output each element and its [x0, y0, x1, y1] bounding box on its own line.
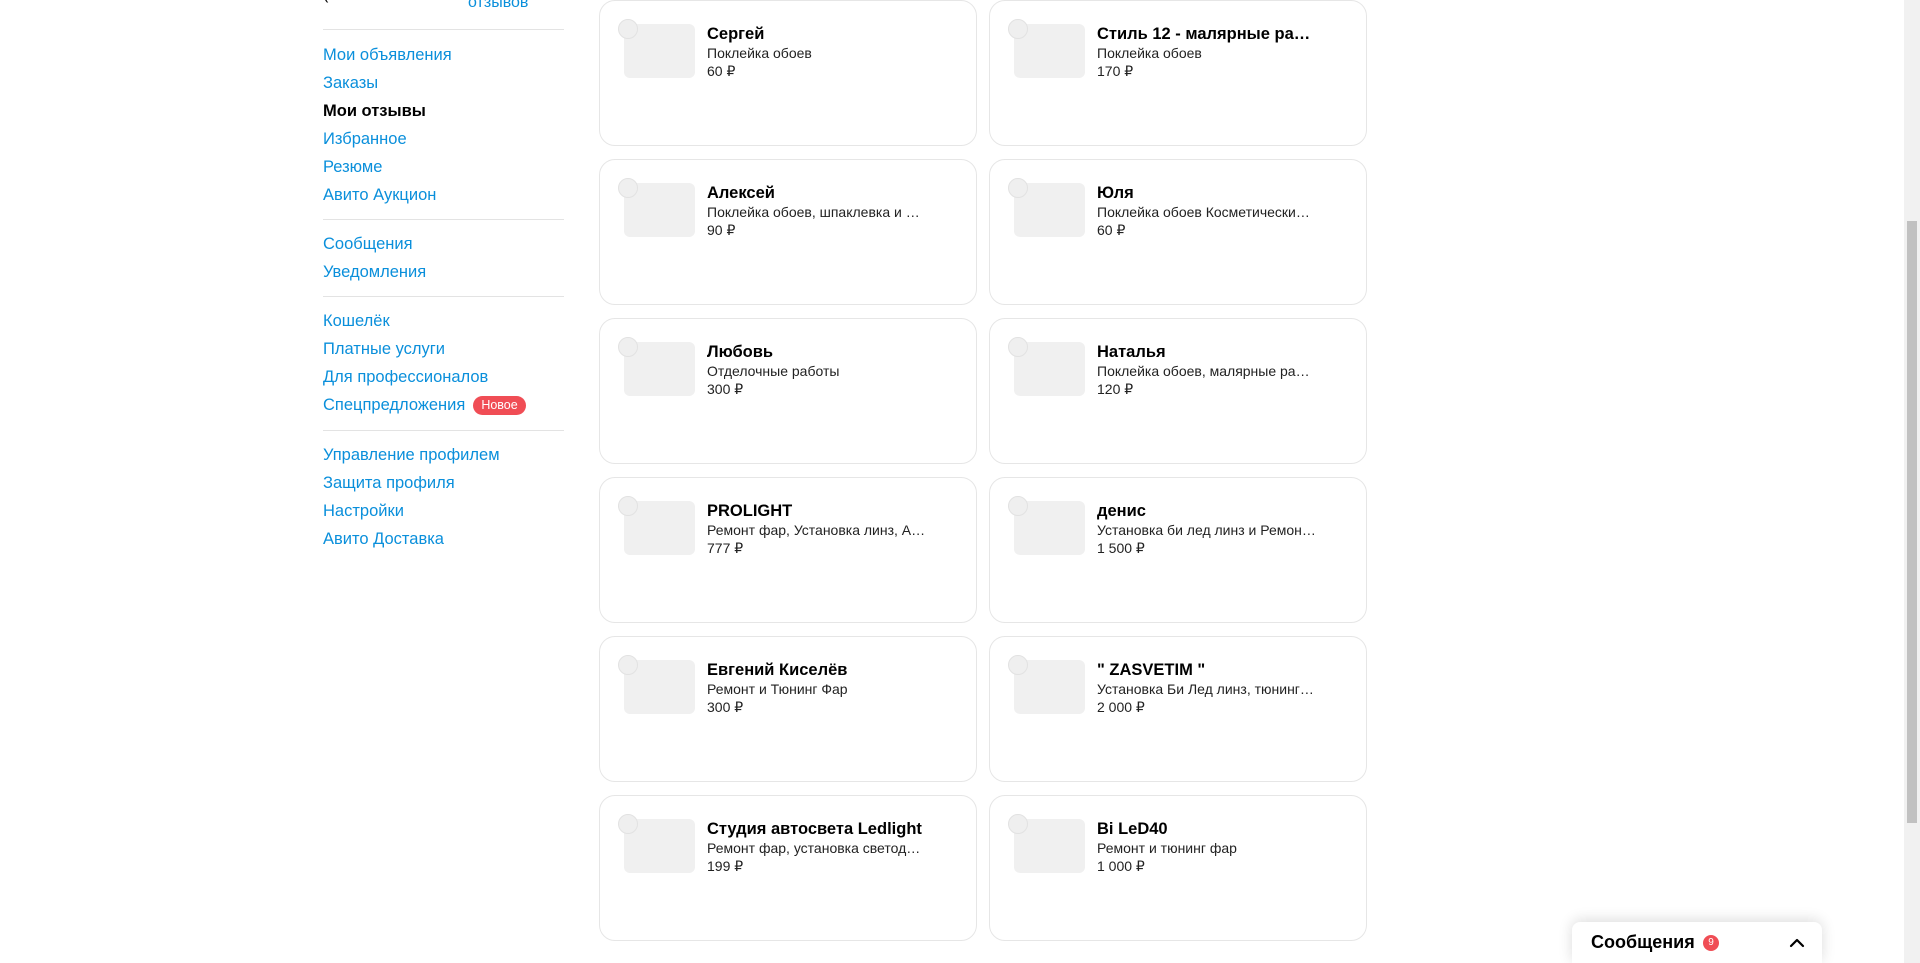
- card-price: 60 ₽: [707, 63, 736, 79]
- card-description: Ремонт и тюнинг фар: [1097, 840, 1237, 856]
- service-card[interactable]: Юля Поклейка обоев Косметический ремонт …: [989, 159, 1367, 305]
- card-price: 1 500 ₽: [1097, 540, 1145, 556]
- avatar: [618, 655, 638, 675]
- card-price: 199 ₽: [707, 858, 744, 874]
- card-name: Любовь: [707, 343, 774, 361]
- card-description: Поклейка обоев Косметический ремонт: [1097, 204, 1317, 220]
- service-card[interactable]: Стиль 12 - малярные работы Поклейка обое…: [989, 0, 1367, 146]
- service-card[interactable]: " ZASVETIM " Установка Би Лед линз, тюни…: [989, 636, 1367, 782]
- card-price: 777 ₽: [707, 540, 744, 556]
- messenger-widget[interactable]: Сообщения 9: [1572, 922, 1822, 963]
- service-card[interactable]: Любовь Отделочные работы 300 ₽: [599, 318, 977, 464]
- messenger-title: Сообщения: [1591, 932, 1695, 952]
- avatar: [1008, 655, 1028, 675]
- card-price: 90 ₽: [707, 222, 736, 238]
- sidebar-item-orders[interactable]: Заказы: [323, 69, 564, 97]
- card-description: Ремонт фар, установка светодиодов: [707, 840, 927, 856]
- service-card[interactable]: Студия автосвета Ledlight Ремонт фар, ус…: [599, 795, 977, 941]
- avatar: [618, 337, 638, 357]
- card-name: Bi LeD40: [1097, 820, 1168, 838]
- sidebar-top-cut-left: (: [323, 0, 328, 4]
- card-name: Стиль 12 - малярные работы: [1097, 25, 1317, 43]
- sidebar-item-favorites[interactable]: Избранное: [323, 125, 564, 153]
- avatar: [1008, 19, 1028, 39]
- card-name: Наталья: [1097, 343, 1166, 361]
- sidebar-item-profile-management[interactable]: Управление профилем: [323, 441, 564, 469]
- sidebar-item-my-reviews[interactable]: Мои отзывы: [323, 97, 564, 125]
- card-name: Студия автосвета Ledlight: [707, 820, 922, 838]
- sidebar-item-notifications[interactable]: Уведомления: [323, 258, 564, 286]
- avatar: [1008, 814, 1028, 834]
- service-card[interactable]: денис Установка би лед линз и Ремонт фар…: [989, 477, 1367, 623]
- sidebar-item-my-ads[interactable]: Мои объявления: [323, 41, 564, 69]
- avatar: [618, 496, 638, 516]
- avatar: [1008, 337, 1028, 357]
- unread-count-badge: 9: [1703, 935, 1719, 951]
- card-description: Поклейка обоев: [1097, 45, 1202, 61]
- sidebar-item-label: Спецпредложения: [323, 395, 466, 414]
- avatar: [1008, 178, 1028, 198]
- card-description: Ремонт фар, Установка линз, Антизапотева…: [707, 522, 927, 538]
- card-description: Отделочные работы: [707, 363, 840, 379]
- divider: [323, 296, 564, 297]
- card-name: Юля: [1097, 184, 1134, 202]
- reviews-count-link[interactable]: отзывов: [468, 0, 528, 12]
- service-card[interactable]: Bi LeD40 Ремонт и тюнинг фар 1 000 ₽: [989, 795, 1367, 941]
- card-name: Евгений Киселёв: [707, 661, 848, 679]
- nav-group-profile: Управление профилем Защита профиля Настр…: [323, 441, 564, 553]
- sidebar-item-special-offers[interactable]: Спецпредложения Новое: [323, 391, 564, 419]
- chevron-up-icon[interactable]: [1788, 934, 1806, 952]
- card-description: Поклейка обоев: [707, 45, 812, 61]
- scrollbar-thumb[interactable]: [1907, 221, 1917, 823]
- sidebar-item-delivery[interactable]: Авито Доставка: [323, 525, 564, 553]
- card-price: 120 ₽: [1097, 381, 1134, 397]
- divider: [323, 219, 564, 220]
- sidebar-item-for-pros[interactable]: Для профессионалов: [323, 363, 564, 391]
- sidebar-item-paid-services[interactable]: Платные услуги: [323, 335, 564, 363]
- card-name: PROLIGHT: [707, 502, 793, 520]
- card-name: Алексей: [707, 184, 775, 202]
- card-price: 2 000 ₽: [1097, 699, 1145, 715]
- avatar: [618, 19, 638, 39]
- divider: [323, 29, 564, 30]
- sidebar-item-messages[interactable]: Сообщения: [323, 230, 564, 258]
- avatar: [1008, 496, 1028, 516]
- card-price: 300 ₽: [707, 699, 744, 715]
- card-price: 1 000 ₽: [1097, 858, 1145, 874]
- nav-group-services: Кошелёк Платные услуги Для профессионало…: [323, 307, 564, 419]
- avatar: [618, 814, 638, 834]
- card-price: 60 ₽: [1097, 222, 1126, 238]
- sidebar-item-wallet[interactable]: Кошелёк: [323, 307, 564, 335]
- card-description: Ремонт и Тюнинг Фар: [707, 681, 848, 697]
- new-badge: Новое: [473, 395, 526, 415]
- service-card[interactable]: PROLIGHT Ремонт фар, Установка линз, Ант…: [599, 477, 977, 623]
- card-price: 300 ₽: [707, 381, 744, 397]
- divider: [323, 430, 564, 431]
- card-description: Установка Би Лед линз, тюнинг фар: [1097, 681, 1317, 697]
- card-price: 170 ₽: [1097, 63, 1134, 79]
- service-card[interactable]: Алексей Поклейка обоев, шпаклевка и покр…: [599, 159, 977, 305]
- service-card[interactable]: Наталья Поклейка обоев, малярные работы …: [989, 318, 1367, 464]
- card-name: Сергей: [707, 25, 765, 43]
- nav-group-messages: Сообщения Уведомления: [323, 230, 564, 286]
- card-description: Поклейка обоев, малярные работы: [1097, 363, 1317, 379]
- nav-group-ads: Мои объявления Заказы Мои отзывы Избранн…: [323, 41, 564, 209]
- card-description: Установка би лед линз и Ремонт фар: [1097, 522, 1317, 538]
- service-card[interactable]: Сергей Поклейка обоев 60 ₽: [599, 0, 977, 146]
- sidebar-item-settings[interactable]: Настройки: [323, 497, 564, 525]
- sidebar-item-auction[interactable]: Авито Аукцион: [323, 181, 564, 209]
- card-description: Поклейка обоев, шпаклевка и покраска: [707, 204, 927, 220]
- service-card[interactable]: Евгений Киселёв Ремонт и Тюнинг Фар 300 …: [599, 636, 977, 782]
- avatar: [618, 178, 638, 198]
- sidebar-item-resume[interactable]: Резюме: [323, 153, 564, 181]
- sidebar-item-profile-protection[interactable]: Защита профиля: [323, 469, 564, 497]
- card-name: " ZASVETIM ": [1097, 661, 1206, 679]
- card-name: денис: [1097, 502, 1146, 520]
